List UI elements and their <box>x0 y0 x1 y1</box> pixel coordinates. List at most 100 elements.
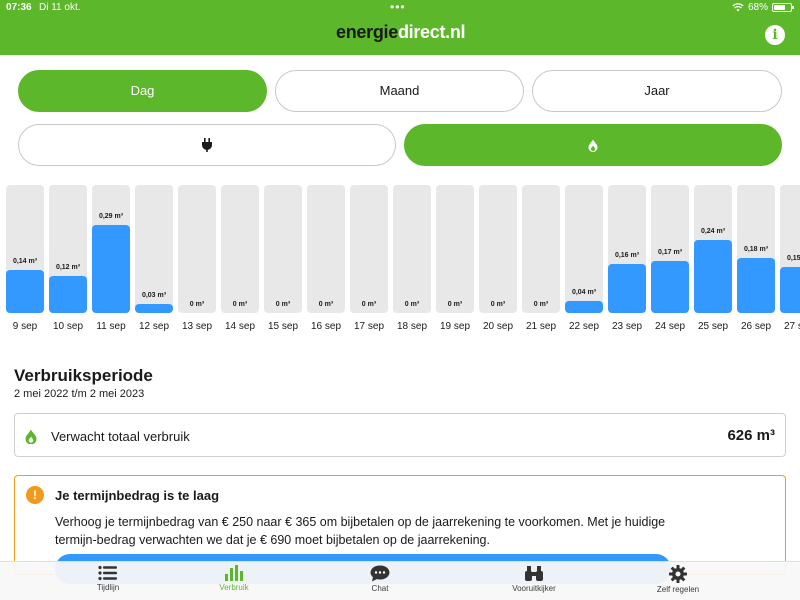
bar-value-label: 0,12 m³ <box>55 264 81 271</box>
tab-dag[interactable]: Dag <box>18 70 267 112</box>
expected-total-label: Verwacht totaal verbruik <box>51 429 190 444</box>
list-icon <box>98 565 117 581</box>
bar-value-label: 0 m³ <box>533 301 549 308</box>
brand-logo: energiedirect.nl <box>336 22 466 43</box>
bar <box>92 225 130 313</box>
bar <box>49 276 87 313</box>
status-right: 68% <box>732 2 794 13</box>
app-root: 07:36 Di 11 okt. ••• 68% energiedirect.n… <box>0 0 800 600</box>
battery-icon <box>772 3 794 12</box>
bar <box>780 267 800 313</box>
bar-track <box>780 185 800 313</box>
bar-track <box>608 185 646 313</box>
bar <box>651 261 689 313</box>
warning-title: Je termijnbedrag is te laag <box>55 488 220 503</box>
bar-column[interactable]: 0 m³ <box>479 185 517 313</box>
bar-value-label: 0,29 m³ <box>98 213 124 220</box>
logo-part-2: direct.nl <box>397 22 466 42</box>
bar <box>135 304 173 313</box>
tab-tijdlijn[interactable]: Tijdlijn <box>48 565 168 592</box>
plug-icon <box>202 138 212 152</box>
bar-track <box>178 185 216 313</box>
bottom-tab-bar: Tijdlijn Verbruik Chat Vooruitkijker Zel… <box>0 561 800 600</box>
bar <box>565 301 603 313</box>
bar-track <box>92 185 130 313</box>
info-icon[interactable]: i <box>765 25 785 45</box>
bar-track <box>350 185 388 313</box>
bar-column[interactable]: 0,24 m³ <box>694 185 732 313</box>
tab-label: Tijdlijn <box>96 583 120 592</box>
bar-value-label: 0,03 m³ <box>141 292 167 299</box>
period-range: 2 mei 2022 t/m 2 mei 2023 <box>14 388 145 400</box>
bar-track <box>49 185 87 313</box>
bar-track <box>436 185 474 313</box>
gear-icon <box>669 565 687 583</box>
tab-label: Zelf regelen <box>656 585 700 594</box>
tab-vooruitkijker[interactable]: Vooruitkijker <box>474 565 594 593</box>
logo-part-1: energie <box>336 22 398 42</box>
warning-body: Verhoog je termijnbedrag van € 250 naar … <box>55 515 666 547</box>
bar-track <box>6 185 44 313</box>
chat-icon <box>370 565 390 582</box>
battery-percent: 68% <box>747 2 768 13</box>
bar-column[interactable]: 0 m³ <box>307 185 345 313</box>
tab-label: Chat <box>371 584 389 593</box>
bar <box>737 258 775 313</box>
bar-column[interactable]: 0 m³ <box>350 185 388 313</box>
bar-column[interactable]: 0 m³ <box>264 185 302 313</box>
flame-icon <box>25 429 37 444</box>
bar-column[interactable]: 0,15 m³ <box>780 185 800 313</box>
expected-total-value: 626 m³ <box>727 427 775 444</box>
bar-column[interactable]: 0,16 m³ <box>608 185 646 313</box>
tab-label: Vooruitkijker <box>512 584 556 593</box>
bar-value-label: 0,04 m³ <box>571 289 597 296</box>
status-time: 07:36 <box>6 2 32 13</box>
bar-track <box>393 185 431 313</box>
bar-column[interactable]: 0,12 m³ <box>49 185 87 313</box>
tab-chat[interactable]: Chat <box>320 565 440 593</box>
expected-total-card: Verwacht totaal verbruik 626 m³ <box>14 413 786 457</box>
tab-zelf-regelen[interactable]: Zelf regelen <box>618 565 738 594</box>
wifi-icon <box>732 3 744 12</box>
status-date: Di 11 okt. <box>39 2 81 13</box>
bar-track <box>264 185 302 313</box>
bar-column[interactable]: 0,14 m³ <box>6 185 44 313</box>
payment-warning-card: ! Je termijnbedrag is te laag Verhoog je… <box>14 475 786 584</box>
bar-date-label: 27 sep <box>783 321 800 332</box>
bar-column[interactable]: 0 m³ <box>178 185 216 313</box>
bar-track <box>221 185 259 313</box>
bar-track <box>479 185 517 313</box>
binoculars-icon <box>525 566 543 581</box>
tab-label: Verbruik <box>219 583 249 592</box>
bar <box>694 240 732 313</box>
bar-column[interactable]: 0 m³ <box>522 185 560 313</box>
period-title: Verbruiksperiode <box>14 366 153 385</box>
bar-column[interactable]: 0 m³ <box>436 185 474 313</box>
bar-value-label: 0,24 m³ <box>700 228 726 235</box>
bar-value-label: 0,18 m³ <box>743 246 769 253</box>
tab-jaar[interactable]: Jaar <box>532 70 782 112</box>
gas-tab[interactable] <box>404 124 782 166</box>
tab-verbruik[interactable]: Verbruik <box>174 565 294 592</box>
bar-column[interactable]: 0,17 m³ <box>651 185 689 313</box>
bar-column[interactable]: 0,03 m³ <box>135 185 173 313</box>
bar-column[interactable]: 0,04 m³ <box>565 185 603 313</box>
bar-column[interactable]: 0 m³ <box>393 185 431 313</box>
bar-column[interactable]: 0,18 m³ <box>737 185 775 313</box>
bar <box>6 270 44 313</box>
bar-column[interactable]: 0 m³ <box>221 185 259 313</box>
electricity-tab[interactable] <box>18 124 396 166</box>
bar-track <box>307 185 345 313</box>
bar-track <box>522 185 560 313</box>
status-bar: 07:36 Di 11 okt. ••• 68% <box>0 0 800 16</box>
bar-column[interactable]: 0,29 m³ <box>92 185 130 313</box>
flame-icon <box>588 139 598 152</box>
app-header: 07:36 Di 11 okt. ••• 68% energiedirect.n… <box>0 0 800 55</box>
bar-value-label: 0,17 m³ <box>657 249 683 256</box>
bar <box>608 264 646 313</box>
bar-value-label: 0,15 m³ <box>786 255 800 262</box>
multitask-dots-icon[interactable]: ••• <box>390 0 406 14</box>
daily-usage-chart: 0,14 m³ 9 sep 0,12 m³ 10 sep 0,29 m³ 11 sep 0,… <box>0 185 800 335</box>
bar-chart-icon <box>225 565 243 581</box>
tab-maand[interactable]: Maand <box>275 70 524 112</box>
